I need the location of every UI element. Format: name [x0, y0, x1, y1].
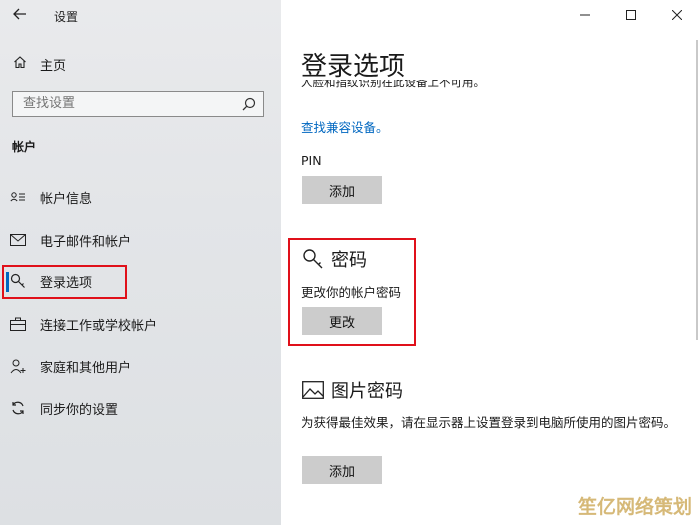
- scrollbar[interactable]: [696, 40, 698, 340]
- change-password-button[interactable]: 更改: [302, 307, 382, 335]
- briefcase-icon: [4, 317, 32, 331]
- search-input[interactable]: [23, 96, 223, 111]
- maximize-button[interactable]: [608, 0, 654, 30]
- clipped-text: 人脸和指纹识别在此设备上不可用。: [301, 80, 681, 92]
- sidebar-item-label: 同步你的设置: [40, 402, 119, 418]
- key-icon: [301, 247, 325, 271]
- password-description: 更改你的帐户密码: [301, 285, 402, 300]
- search-icon[interactable]: [241, 96, 257, 112]
- sidebar-item-email[interactable]: 电子邮件和帐户: [4, 223, 276, 257]
- sidebar-item-label: 帐户信息: [40, 191, 93, 207]
- password-heading: 密码: [301, 246, 367, 272]
- sidebar-home-label: 主页: [40, 58, 67, 74]
- section-title: 帐户: [12, 140, 37, 154]
- sync-icon: [4, 400, 32, 416]
- sidebar-item-family[interactable]: 家庭和其他用户: [4, 349, 276, 383]
- close-icon: [672, 10, 682, 20]
- close-button[interactable]: [654, 0, 700, 30]
- back-arrow-icon: [13, 8, 26, 20]
- page-title: 登录选项: [301, 52, 406, 82]
- maximize-icon: [626, 10, 636, 20]
- find-compatible-devices-link[interactable]: 查找兼容设备。: [301, 117, 389, 136]
- home-icon: [8, 55, 32, 73]
- sidebar-item-label: 电子邮件和帐户: [40, 234, 132, 250]
- person-add-icon: [4, 358, 32, 374]
- back-button[interactable]: [8, 4, 32, 26]
- password-heading-label: 密码: [331, 250, 367, 271]
- sidebar-item-sync[interactable]: 同步你的设置: [4, 391, 276, 425]
- picture-password-label: 图片密码: [331, 381, 403, 402]
- image-icon: [301, 378, 325, 402]
- sidebar: 设置 主页 帐户 帐户信息 电子邮件和帐户 登录选项 连接工作或学校帐户: [0, 0, 281, 525]
- pin-add-button[interactable]: 添加: [302, 176, 382, 204]
- title-bar: 设置: [0, 0, 281, 30]
- watermark: 笙亿网络策划: [577, 496, 692, 518]
- highlight-box: [2, 265, 127, 299]
- sidebar-item-label: 连接工作或学校帐户: [40, 318, 158, 334]
- sidebar-item-label: 家庭和其他用户: [40, 360, 132, 376]
- pin-label: PIN: [301, 153, 322, 168]
- window-title: 设置: [54, 10, 79, 24]
- sidebar-item-work-school[interactable]: 连接工作或学校帐户: [4, 307, 276, 341]
- mail-icon: [4, 234, 32, 246]
- person-card-icon: [4, 190, 32, 204]
- main-content: 登录选项 人脸和指纹识别在此设备上不可用。 查找兼容设备。 PIN 添加 密码 …: [281, 0, 700, 525]
- minimize-icon: [580, 14, 590, 16]
- sidebar-item-account-info[interactable]: 帐户信息: [4, 180, 276, 214]
- sidebar-item-home[interactable]: 主页: [8, 52, 273, 76]
- picture-password-description: 为获得最佳效果，请在显示器上设置登录到电脑所使用的图片密码。: [301, 415, 677, 430]
- clipped-text-span: 人脸和指纹识别在此设备上不可用。: [301, 80, 485, 89]
- picture-password-heading: 图片密码: [301, 377, 403, 403]
- picture-password-add-button[interactable]: 添加: [302, 456, 382, 484]
- minimize-button[interactable]: [562, 0, 608, 30]
- window-controls: [562, 0, 700, 30]
- search-box[interactable]: [12, 91, 264, 117]
